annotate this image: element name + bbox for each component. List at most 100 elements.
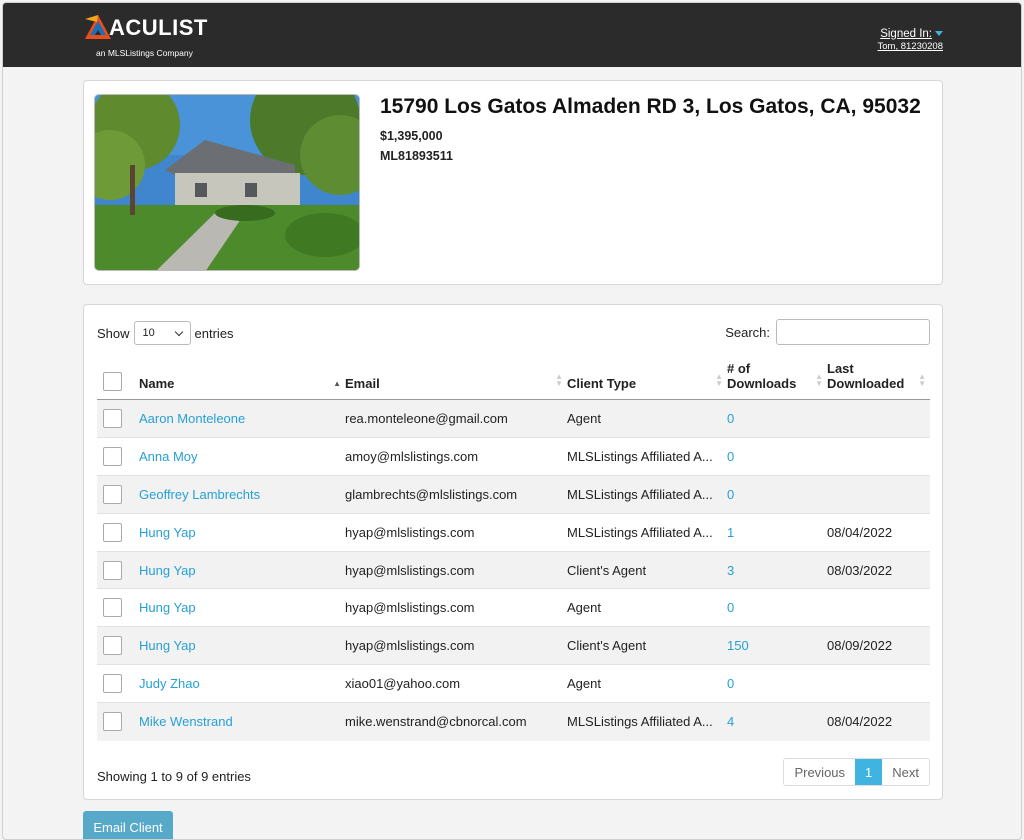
- row-checkbox[interactable]: [103, 484, 122, 504]
- client-email: rea.monteleone@gmail.com: [345, 399, 567, 438]
- caret-down-icon[interactable]: [935, 31, 943, 37]
- downloads-count-link[interactable]: 0: [727, 676, 734, 691]
- column-header-last-downloaded[interactable]: Last Downloaded ▲ ▼: [827, 361, 930, 400]
- client-name-link[interactable]: Geoffrey Lambrechts: [139, 487, 260, 502]
- table-info: Showing 1 to 9 of 9 entries: [97, 769, 251, 784]
- table-row[interactable]: Hung Yap hyap@mlslistings.com Client's Age…: [97, 626, 930, 665]
- row-checkbox[interactable]: [103, 598, 122, 618]
- column-header-name[interactable]: Name ▲: [139, 361, 345, 400]
- client-name-link[interactable]: Hung Yap: [139, 638, 196, 653]
- client-type: Agent: [567, 664, 727, 703]
- row-select-cell: [97, 588, 139, 627]
- clients-table: Name ▲ Email ▲ ▼ Client Type ▲ ▼ # of Downloa…: [97, 361, 930, 741]
- signed-in-menu[interactable]: Signed In: Tom, 81230208: [878, 25, 944, 52]
- client-email: mike.wenstrand@cbnorcal.com: [345, 702, 567, 741]
- listing-address: 15790 Los Gatos Almaden RD 3, Los Gatos,…: [380, 95, 921, 118]
- show-label: Show: [97, 325, 130, 341]
- table-row[interactable]: Geoffrey Lambrechts glambrechts@mlslistin…: [97, 474, 930, 514]
- row-checkbox[interactable]: [103, 446, 122, 466]
- search-label: Search:: [725, 324, 770, 340]
- client-name-link[interactable]: Hung Yap: [139, 525, 196, 540]
- next-page-button[interactable]: Next: [882, 759, 929, 785]
- row-checkbox[interactable]: [103, 636, 122, 656]
- page-1-button[interactable]: 1: [855, 759, 883, 785]
- client-type: MLSListings Affiliated A...: [567, 474, 727, 514]
- client-name-link[interactable]: Anna Moy: [139, 449, 198, 464]
- row-select-cell: [97, 550, 139, 589]
- column-header-label: Name: [139, 376, 175, 391]
- client-email: glambrechts@mlslistings.com: [345, 474, 567, 514]
- previous-page-button[interactable]: Previous: [784, 759, 856, 785]
- row-checkbox[interactable]: [103, 674, 122, 694]
- row-checkbox[interactable]: [103, 522, 122, 542]
- table-row[interactable]: Judy Zhao xiao01@yahoo.com Agent 0: [97, 664, 930, 703]
- search-input[interactable]: [776, 319, 930, 345]
- downloads-count-link[interactable]: 4: [727, 714, 734, 729]
- column-header-label: # of Downloads: [727, 361, 797, 391]
- column-header-label: Last Downloaded: [827, 361, 905, 391]
- signed-in-label[interactable]: Signed In:: [880, 28, 932, 40]
- downloads-count-link[interactable]: 0: [727, 411, 734, 426]
- row-select-cell: [97, 702, 139, 741]
- row-select-cell: [97, 474, 139, 514]
- last-downloaded: 08/03/2022: [827, 550, 930, 589]
- client-email: hyap@mlslistings.com: [345, 626, 567, 665]
- column-header-downloads[interactable]: # of Downloads ▲ ▼: [727, 361, 827, 400]
- client-email: hyap@mlslistings.com: [345, 550, 567, 589]
- page-length-control: Show 10 entries: [97, 321, 234, 345]
- sort-icon: ▲ ▼: [918, 372, 926, 388]
- last-downloaded: [827, 588, 930, 627]
- client-email: hyap@mlslistings.com: [345, 588, 567, 627]
- page-length-select[interactable]: 10: [133, 321, 191, 345]
- downloads-count-link[interactable]: 3: [727, 563, 734, 578]
- signed-in-user[interactable]: Tom, 81230208: [878, 41, 944, 52]
- last-downloaded: [827, 474, 930, 514]
- table-row[interactable]: Aaron Monteleone rea.monteleone@gmail.com…: [97, 399, 930, 438]
- email-client-button[interactable]: Email Client: [83, 811, 173, 839]
- row-checkbox[interactable]: [103, 560, 122, 580]
- sort-icon: ▲ ▼: [815, 372, 823, 388]
- last-downloaded: [827, 399, 930, 438]
- table-row[interactable]: Anna Moy amoy@mlslistings.com MLSListings …: [97, 436, 930, 476]
- client-email: amoy@mlslistings.com: [345, 436, 567, 476]
- downloads-count-link[interactable]: 0: [727, 600, 734, 615]
- table-row[interactable]: Hung Yap hyap@mlslistings.com Agent 0: [97, 588, 930, 627]
- table-row[interactable]: Hung Yap hyap@mlslistings.com MLSListings …: [97, 512, 930, 552]
- column-header-email[interactable]: Email ▲ ▼: [345, 361, 567, 400]
- select-all-header: [97, 361, 139, 400]
- aculist-logo[interactable]: ACULIST an MLSListings Company: [85, 13, 215, 59]
- house-photo-image: [95, 95, 359, 270]
- client-type: Client's Agent: [567, 626, 727, 665]
- brand-tagline: an MLSListings Company: [96, 48, 193, 58]
- sort-icon: ▲: [333, 379, 341, 388]
- row-checkbox[interactable]: [103, 408, 122, 428]
- last-downloaded: 08/04/2022: [827, 702, 930, 741]
- downloads-count-link[interactable]: 1: [727, 525, 734, 540]
- column-header-label: Email: [345, 376, 380, 391]
- client-name-link[interactable]: Hung Yap: [139, 563, 196, 578]
- downloads-count-link[interactable]: 150: [727, 638, 749, 653]
- client-name-link[interactable]: Hung Yap: [139, 600, 196, 615]
- client-name-link[interactable]: Judy Zhao: [139, 676, 200, 691]
- client-name-link[interactable]: Aaron Monteleone: [139, 411, 245, 426]
- row-select-cell: [97, 664, 139, 703]
- downloads-count-link[interactable]: 0: [727, 487, 734, 502]
- client-name-link[interactable]: Mike Wenstrand: [139, 714, 233, 729]
- client-type: MLSListings Affiliated A...: [567, 512, 727, 552]
- chevron-down-icon: [174, 327, 183, 336]
- select-all-checkbox[interactable]: [103, 372, 122, 391]
- table-header-row: Name ▲ Email ▲ ▼ Client Type ▲ ▼ # of Downloa…: [97, 361, 930, 400]
- client-email: hyap@mlslistings.com: [345, 512, 567, 552]
- table-row[interactable]: Mike Wenstrand mike.wenstrand@cbnorcal.co…: [97, 702, 930, 741]
- page-length-value: 10: [142, 327, 155, 339]
- row-select-cell: [97, 399, 139, 438]
- downloads-count-link[interactable]: 0: [727, 449, 734, 464]
- last-downloaded: 08/09/2022: [827, 626, 930, 665]
- pagination: Previous 1 Next: [783, 758, 930, 786]
- column-header-client-type[interactable]: Client Type ▲ ▼: [567, 361, 727, 400]
- column-header-label: Client Type: [567, 376, 637, 391]
- row-select-cell: [97, 626, 139, 665]
- row-checkbox[interactable]: [103, 712, 122, 732]
- table-row[interactable]: Hung Yap hyap@mlslistings.com Client's Age…: [97, 550, 930, 589]
- client-type: Agent: [567, 399, 727, 438]
